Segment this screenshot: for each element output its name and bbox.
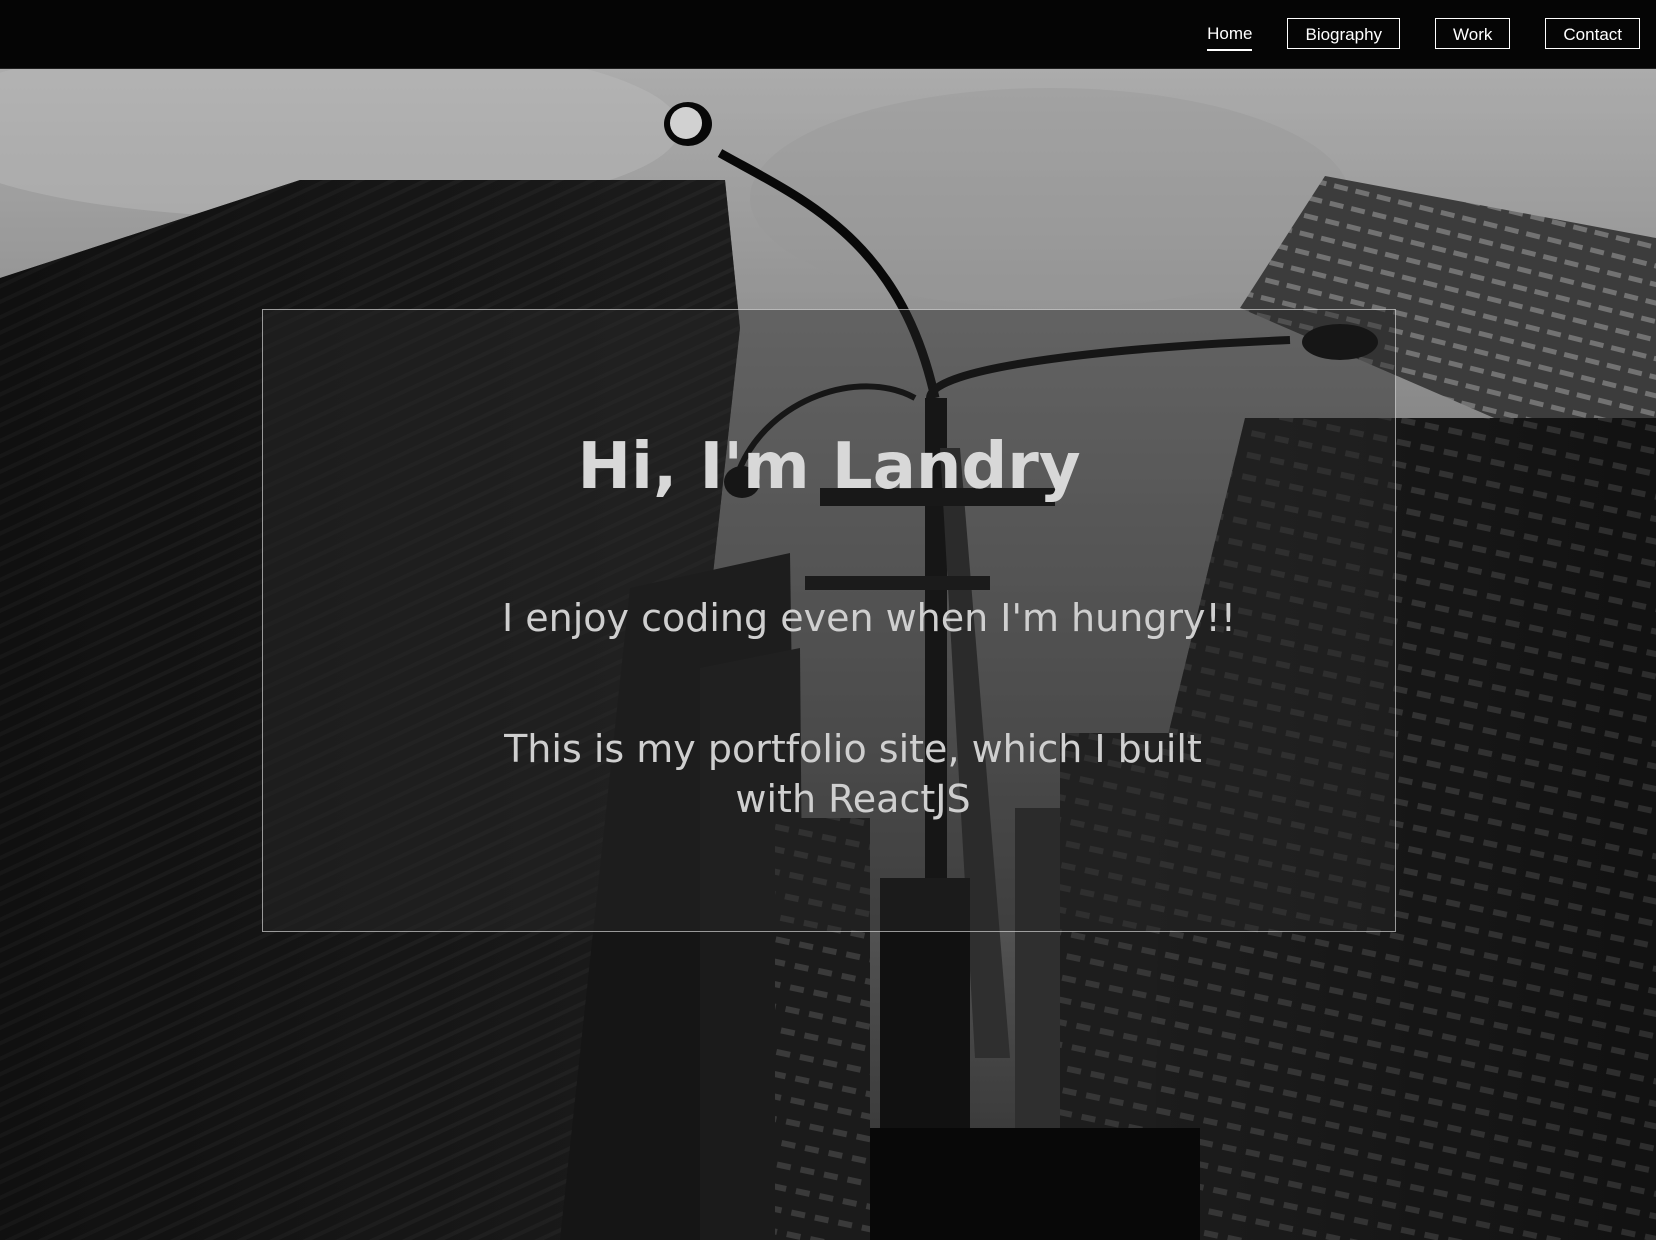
intro-title: Hi, I'm Landry xyxy=(577,430,1081,504)
nav-menu: Home Biography Work Contact xyxy=(1207,18,1640,51)
intro-description: This is my portfolio site, which I built… xyxy=(504,727,1202,821)
top-navbar: Home Biography Work Contact xyxy=(0,0,1656,69)
nav-home-link[interactable]: Home xyxy=(1207,18,1253,51)
nav-biography-link[interactable]: Biography xyxy=(1287,18,1401,49)
nav-contact-link[interactable]: Contact xyxy=(1545,18,1640,49)
intro-tagline: I enjoy coding even when I'm hungry!! xyxy=(501,596,1237,640)
intro-card: Hi, I'm Landry I enjoy coding even when … xyxy=(262,309,1396,932)
portfolio-page: Home Biography Work Contact Hi, I'm Land… xyxy=(0,0,1656,1240)
nav-work-link[interactable]: Work xyxy=(1435,18,1511,49)
